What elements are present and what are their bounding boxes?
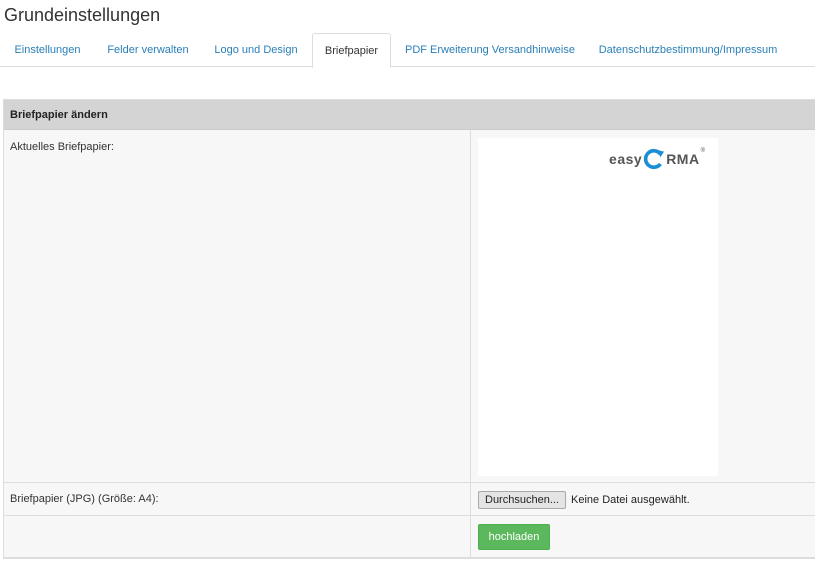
logo-text-right: RMA [666, 151, 700, 167]
tab-pdf-erweiterung[interactable]: PDF Erweiterung Versandhinweise [393, 33, 587, 67]
upload-action-cell: hochladen [471, 516, 815, 557]
current-letterhead-label: Aktuelles Briefpapier: [10, 141, 114, 153]
upload-label-cell: Briefpapier (JPG) (Größe: A4): [4, 483, 471, 515]
letterhead-preview: easy RMA ® [478, 138, 718, 476]
browse-file-button[interactable]: Durchsuchen... [478, 491, 566, 509]
tab-bar: Einstellungen Felder verwalten Logo und … [0, 33, 815, 68]
current-letterhead-preview-cell: easy RMA ® [471, 130, 815, 482]
refresh-c-icon [644, 148, 665, 170]
tab-felder-verwalten[interactable]: Felder verwalten [95, 33, 201, 67]
panel-header-title: Briefpapier ändern [10, 109, 108, 121]
letterhead-panel: Briefpapier ändern Aktuelles Briefpapier… [3, 99, 815, 559]
upload-button[interactable]: hochladen [478, 524, 550, 550]
logo-registered-mark: ® [700, 148, 705, 154]
upload-file-row: Briefpapier (JPG) (Größe: A4): Durchsuch… [4, 483, 815, 516]
logo-text-left: easy [609, 151, 643, 167]
upload-action-row: hochladen [4, 516, 815, 558]
upload-action-empty-cell [4, 516, 471, 557]
current-letterhead-row: Aktuelles Briefpapier: easy RMA ® [4, 130, 815, 483]
upload-file-label: Briefpapier (JPG) (Größe: A4): [10, 493, 159, 505]
easycrma-logo: easy RMA ® [609, 147, 705, 171]
panel-header: Briefpapier ändern [4, 100, 815, 130]
file-status-text: Keine Datei ausgewählt. [571, 494, 690, 506]
tab-datenschutz-impressum[interactable]: Datenschutzbestimmung/Impressum [589, 33, 787, 67]
tab-logo-und-design[interactable]: Logo und Design [201, 33, 311, 67]
upload-input-cell: Durchsuchen... Keine Datei ausgewählt. [471, 483, 815, 515]
tab-einstellungen[interactable]: Einstellungen [0, 33, 95, 67]
current-letterhead-label-cell: Aktuelles Briefpapier: [4, 130, 471, 482]
tab-briefpapier[interactable]: Briefpapier [312, 33, 391, 68]
page-title: Grundeinstellungen [4, 5, 161, 25]
